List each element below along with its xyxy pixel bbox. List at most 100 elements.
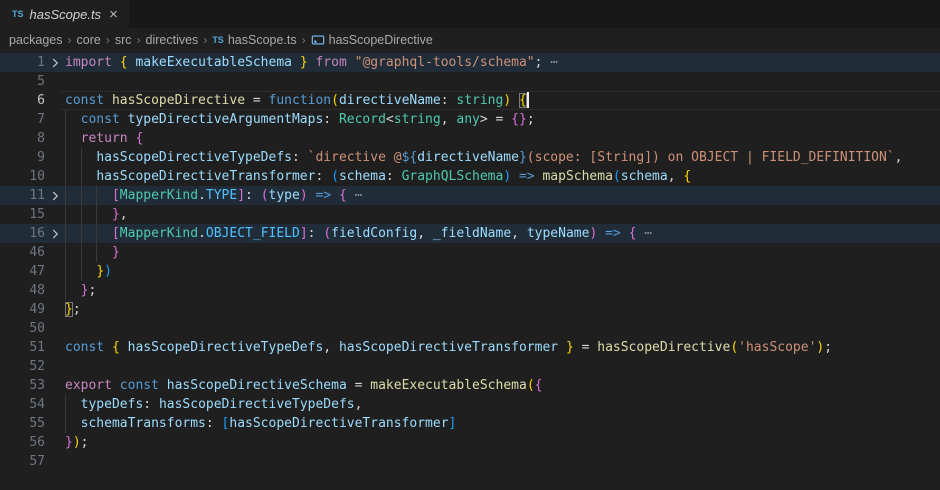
line-number: 55 — [0, 414, 45, 433]
code-line-51[interactable]: 51const { hasScopeDirectiveTypeDefs, has… — [0, 338, 940, 357]
code-line-content: hasScopeDirectiveTransformer: (schema: G… — [65, 167, 940, 186]
code-line-50[interactable]: 50 — [0, 319, 940, 338]
code-line-1[interactable]: 1import { makeExecutableSchema } from "@… — [0, 53, 940, 72]
code-line-56[interactable]: 56}); — [0, 433, 940, 452]
fold-gutter — [45, 91, 65, 110]
code-token: : — [245, 188, 261, 203]
code-token — [511, 169, 519, 184]
breadcrumb-item-packages[interactable]: packages — [9, 33, 63, 47]
code-line-content: export const hasScopeDirectiveSchema = m… — [65, 376, 940, 395]
fold-chevron-icon[interactable] — [45, 53, 65, 72]
code-token — [65, 283, 81, 298]
code-token: ⋯ — [542, 55, 558, 70]
code-line-content — [65, 319, 940, 338]
code-token: [ — [112, 226, 120, 241]
code-editor[interactable]: 1import { makeExecutableSchema } from "@… — [0, 51, 940, 471]
code-token: , — [668, 169, 684, 184]
code-token: 'hasScope' — [738, 340, 816, 355]
indent-guide — [81, 243, 82, 262]
code-token: hasScopeDirective — [112, 93, 245, 108]
breadcrumb-item-directives[interactable]: directives — [146, 33, 199, 47]
code-line-54[interactable]: 54 typeDefs: hasScopeDirectiveTypeDefs, — [0, 395, 940, 414]
code-token: makeExecutableSchema — [135, 55, 292, 70]
code-token: const — [65, 340, 104, 355]
code-token: ] — [449, 416, 457, 431]
code-token — [65, 245, 112, 260]
code-line-52[interactable]: 52 — [0, 357, 940, 376]
code-token: directiveName — [339, 93, 441, 108]
code-line-16[interactable]: 16 [MapperKind.OBJECT_FIELD]: (fieldConf… — [0, 224, 940, 243]
code-token: , — [355, 397, 363, 412]
code-token — [511, 93, 519, 108]
code-token: makeExecutableSchema — [370, 378, 527, 393]
code-token: string — [394, 112, 441, 127]
code-line-content: }; — [65, 281, 940, 300]
code-token — [65, 188, 112, 203]
code-line-10[interactable]: 10 hasScopeDirectiveTransformer: (schema… — [0, 167, 940, 186]
code-line-53[interactable]: 53 export const hasScopeDirectiveSchema =… — [0, 376, 940, 395]
code-line-47[interactable]: 47 }) — [0, 262, 940, 281]
tab-hasscope[interactable]: TS hasScope.ts × — [0, 0, 130, 28]
code-line-7[interactable]: 7 const typeDirectiveArgumentMaps: Recor… — [0, 110, 940, 129]
code-line-55[interactable]: 55 schemaTransforms: [hasScopeDirectiveT… — [0, 414, 940, 433]
code-line-8[interactable]: 8 return { — [0, 129, 940, 148]
code-line-content — [65, 72, 940, 91]
code-line-content: } — [65, 243, 940, 262]
code-token: hasScopeDirective — [597, 340, 730, 355]
code-token: string — [456, 93, 503, 108]
breadcrumb-label: src — [115, 33, 132, 47]
code-token: } — [519, 150, 527, 165]
code-token: < — [386, 112, 394, 127]
code-line-11[interactable]: 11 [MapperKind.TYPE]: (type) => { ⋯ — [0, 186, 940, 205]
line-number: 11 — [0, 186, 45, 205]
code-token: return — [81, 131, 128, 146]
code-token: type — [269, 188, 300, 203]
breadcrumb-item-core[interactable]: core — [77, 33, 101, 47]
code-token — [65, 131, 81, 146]
fold-gutter — [45, 319, 65, 338]
code-line-57[interactable]: 57 — [0, 452, 940, 471]
code-line-46[interactable]: 46 } — [0, 243, 940, 262]
code-token — [120, 340, 128, 355]
code-token — [112, 378, 120, 393]
line-number: 52 — [0, 357, 45, 376]
line-number: 53 — [0, 376, 45, 395]
code-line-15[interactable]: 15 }, — [0, 205, 940, 224]
code-token: { — [519, 93, 527, 108]
code-token: ] — [300, 226, 308, 241]
code-token: : — [206, 416, 222, 431]
fold-gutter — [45, 376, 65, 395]
indent-guide — [65, 186, 66, 205]
code-line-48[interactable]: 48 }; — [0, 281, 940, 300]
code-line-content: import { makeExecutableSchema } from "@g… — [65, 53, 940, 72]
code-line-49[interactable]: 49}; — [0, 300, 940, 319]
indent-guide — [96, 205, 97, 224]
breadcrumb-item-src[interactable]: src — [115, 33, 132, 47]
code-line-content: }) — [65, 262, 940, 281]
code-token: . — [198, 226, 206, 241]
breadcrumb-separator: › — [137, 33, 141, 47]
fold-gutter — [45, 205, 65, 224]
close-icon[interactable]: × — [107, 7, 120, 22]
fold-chevron-icon[interactable] — [45, 186, 65, 205]
code-token: { — [339, 188, 347, 203]
code-line-content: }; — [65, 300, 940, 319]
fold-chevron-icon[interactable] — [45, 224, 65, 243]
line-number: 15 — [0, 205, 45, 224]
breadcrumb-item-hasscope-ts[interactable]: TShasScope.ts — [212, 33, 296, 47]
indent-guide — [65, 395, 66, 414]
breadcrumb-item-hasscopedirective[interactable]: hasScopeDirective — [311, 33, 433, 47]
code-line-5[interactable]: 5 — [0, 72, 940, 91]
code-line-9[interactable]: 9 hasScopeDirectiveTypeDefs: `directive … — [0, 148, 940, 167]
code-token — [104, 93, 112, 108]
code-token: `directive @ — [308, 150, 402, 165]
code-token — [65, 207, 112, 222]
indent-guide — [96, 224, 97, 243]
code-token: > = — [480, 112, 511, 127]
breadcrumb-label: core — [77, 33, 101, 47]
code-line-content: const hasScopeDirective = function(direc… — [65, 91, 940, 110]
indent-guide — [81, 262, 82, 281]
breadcrumb-label: packages — [9, 33, 63, 47]
code-line-content: hasScopeDirectiveTypeDefs: `directive @$… — [65, 148, 940, 167]
code-line-6[interactable]: 6const hasScopeDirective = function(dire… — [0, 91, 940, 110]
